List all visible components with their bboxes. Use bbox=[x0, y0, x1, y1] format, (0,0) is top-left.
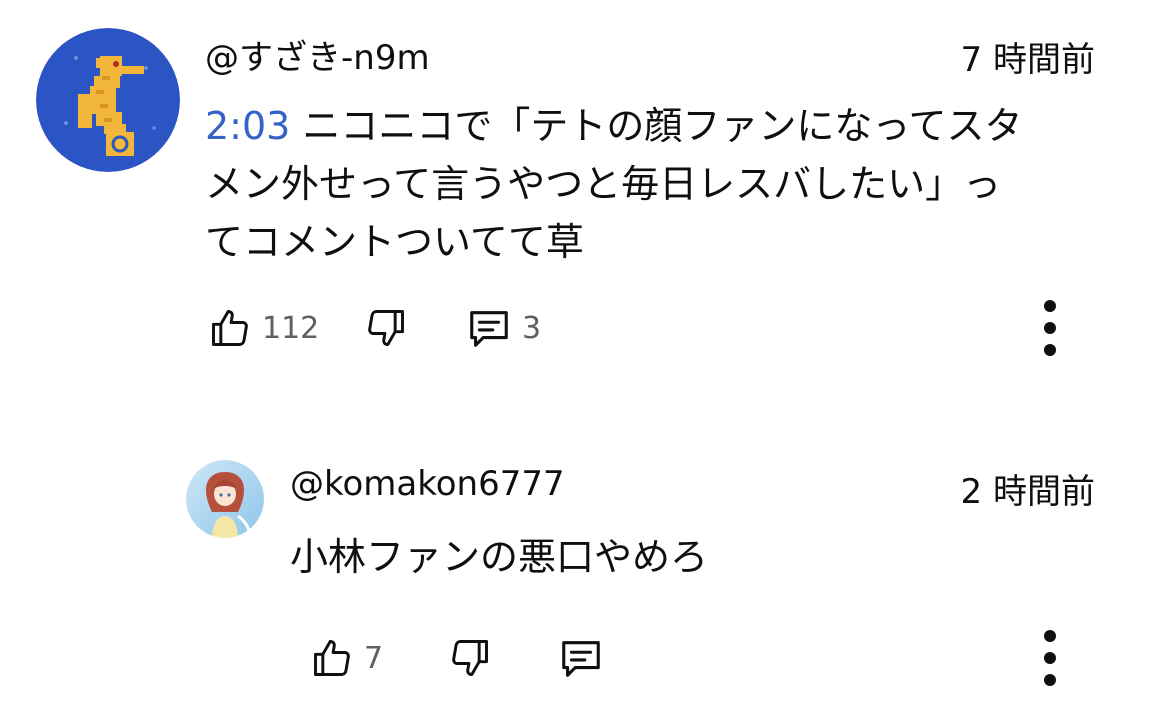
comment-actions: 112 3 bbox=[208, 304, 608, 352]
video-timestamp-link[interactable]: 2:03 bbox=[205, 104, 290, 148]
thumbs-up-icon bbox=[314, 640, 350, 676]
comment-text-line: 2:03 ニコニコで「テトの顔ファンになってスタ bbox=[205, 97, 1023, 155]
thumbs-down-icon bbox=[452, 640, 488, 676]
anime-character-icon bbox=[186, 460, 264, 538]
comment-icon bbox=[562, 641, 600, 677]
seahorse-icon bbox=[36, 28, 180, 172]
like-count: 7 bbox=[364, 640, 384, 676]
like-button[interactable]: 112 bbox=[208, 304, 319, 352]
more-vert-icon bbox=[1044, 300, 1056, 356]
more-actions-button[interactable] bbox=[1030, 298, 1070, 358]
reply-text: 小林ファンの悪口やめろ bbox=[290, 535, 709, 579]
reply-button[interactable]: 3 bbox=[466, 304, 541, 352]
avatar[interactable] bbox=[186, 460, 264, 538]
reply-item: @komakon6777 2 時間前 小林ファンの悪口やめろ 7 bbox=[0, 440, 1170, 725]
like-button[interactable]: 7 bbox=[310, 634, 383, 682]
reply-author-handle[interactable]: @komakon6777 bbox=[290, 464, 565, 504]
comment-text-line: てコメントついてて草 bbox=[205, 220, 584, 264]
comment-text-segment: ニコニコで「テトの顔ファンになってスタ bbox=[290, 104, 1023, 148]
thumbs-up-icon bbox=[212, 310, 248, 346]
comment-icon bbox=[470, 311, 508, 347]
comment-author-handle[interactable]: @すざき-n9m bbox=[205, 38, 430, 78]
reply-timestamp: 2 時間前 bbox=[960, 472, 1095, 512]
dislike-button[interactable] bbox=[448, 634, 492, 682]
more-vert-icon bbox=[1044, 630, 1056, 686]
comment-timestamp: 7 時間前 bbox=[960, 40, 1095, 80]
reply-count: 3 bbox=[522, 310, 542, 346]
like-count: 112 bbox=[262, 310, 320, 346]
reply-actions: 7 bbox=[310, 634, 620, 682]
comment-text-line: メン外せって言うやつと毎日レスバしたい」っ bbox=[205, 162, 1002, 206]
reply-button[interactable] bbox=[558, 634, 604, 682]
thumbs-down-icon bbox=[368, 310, 404, 346]
dislike-button[interactable] bbox=[364, 304, 408, 352]
more-actions-button[interactable] bbox=[1030, 628, 1070, 688]
comment-item: @すざき-n9m 7 時間前 2:03 ニコニコで「テトの顔ファンになってスタ … bbox=[0, 0, 1170, 380]
avatar[interactable] bbox=[36, 28, 180, 172]
comment-text: 2:03 ニコニコで「テトの顔ファンになってスタ メン外せって言うやつと毎日レス… bbox=[205, 97, 1023, 271]
